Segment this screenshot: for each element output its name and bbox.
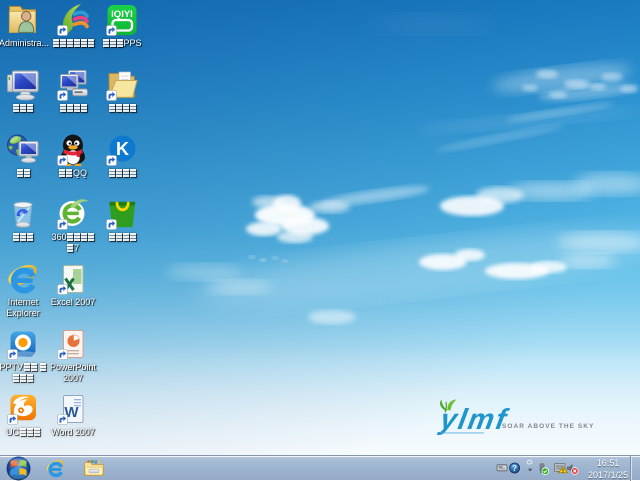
svg-text:ylmf: ylmf <box>436 404 512 436</box>
svg-text:iQIYI: iQIYI <box>111 9 133 20</box>
svg-text:K: K <box>116 139 129 159</box>
svg-text:?: ? <box>512 464 517 473</box>
svg-text:SOAR ABOVE THE SKY: SOAR ABOVE THE SKY <box>502 423 594 430</box>
